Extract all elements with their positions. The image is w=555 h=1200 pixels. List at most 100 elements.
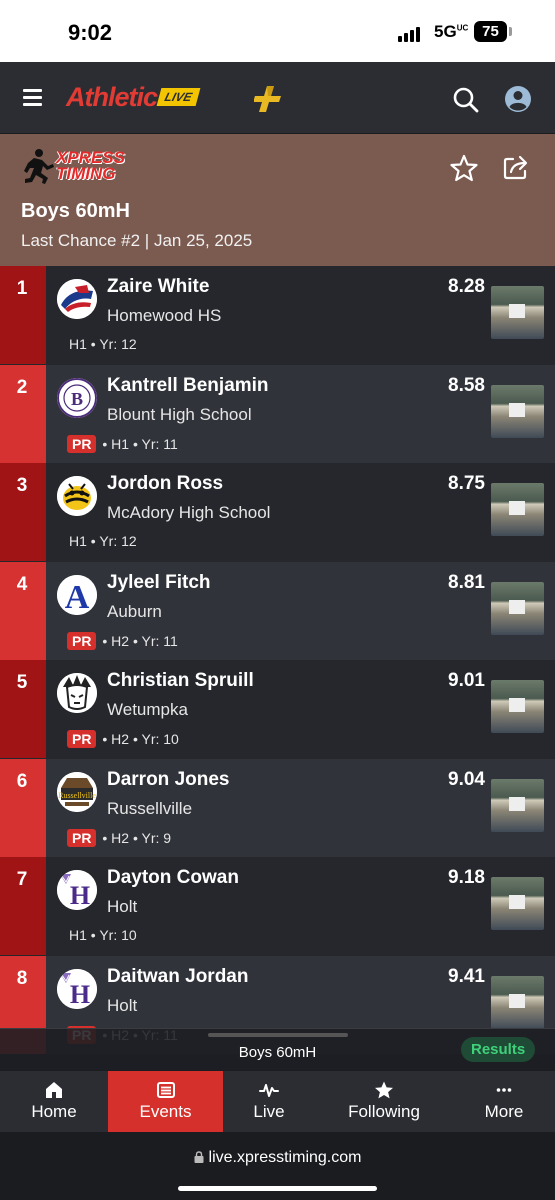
svg-text:A: A <box>65 579 90 615</box>
heat: H1 <box>69 927 87 943</box>
separator: • <box>90 336 96 352</box>
result-row[interactable]: 1 Zaire White Homewood HS H1 • Yr: 12 8.28 <box>0 266 555 364</box>
pr-badge: PR <box>67 730 97 748</box>
finish-photo-thumbnail[interactable] <box>491 975 544 1029</box>
heat: H1 <box>69 533 87 549</box>
tab-following[interactable]: Following <box>315 1071 453 1133</box>
result-mark: 8.28 <box>448 276 485 297</box>
drag-handle[interactable] <box>208 1033 348 1037</box>
athlete-name[interactable]: Jyleel Fitch <box>107 572 211 594</box>
result-row[interactable]: 7 H Dayton Cowan Holt H1 • Yr: 10 9.18 <box>0 857 555 955</box>
results-button[interactable]: Results <box>461 1037 536 1062</box>
event-meet-date: Last Chance #2 | Jan 25, 2025 <box>21 231 253 250</box>
place-number: 1 <box>0 266 46 364</box>
year: Yr: 11 <box>141 435 178 452</box>
school-name[interactable]: Russellville <box>107 799 192 819</box>
place-number: 7 <box>0 857 46 955</box>
year: Yr: 10 <box>141 731 179 747</box>
event-mini-bar[interactable]: Boys 60mH Results <box>0 1028 555 1070</box>
athlete-name[interactable]: Dayton Cowan <box>107 867 239 889</box>
menu-icon[interactable] <box>23 89 42 106</box>
result-row[interactable]: 5 Christian Spruill Wetumpka PR • H2 • Yr: … <box>0 660 555 758</box>
holt-logo: H <box>57 870 97 910</box>
favorite-star-icon[interactable] <box>450 154 478 182</box>
heat: H2 <box>111 731 130 747</box>
tab-label: More <box>484 1102 524 1121</box>
home-icon <box>46 1082 62 1098</box>
heat-year-info: PR • H2 • Yr: 9 <box>67 828 172 847</box>
tab-home[interactable]: Home <box>0 1071 108 1133</box>
lock-icon <box>194 1151 204 1163</box>
result-row[interactable]: 6 Russellville Darron Jones Russellville PR … <box>0 758 555 857</box>
school-name[interactable]: McAdory High School <box>107 503 270 523</box>
tab-label: Live <box>253 1102 285 1121</box>
mcadory-logo <box>57 476 97 516</box>
share-icon[interactable] <box>501 152 531 182</box>
separator: • <box>102 435 108 452</box>
network-type: 5GUC <box>434 22 469 41</box>
status-time: 9:02 <box>68 20 113 45</box>
separator: • <box>132 632 138 649</box>
bottom-nav: Home Events Live Following More <box>0 1070 555 1133</box>
result-row[interactable]: 4 A Jyleel Fitch Auburn PR • H2 • Yr: 11 8.81 <box>0 561 555 660</box>
svg-text:H: H <box>70 980 90 1009</box>
school-name[interactable]: Holt <box>107 996 137 1016</box>
finish-photo-thumbnail[interactable] <box>491 483 544 536</box>
app-header: Athletic LIVE <box>0 62 555 134</box>
search-icon[interactable] <box>452 86 480 114</box>
wetumpka-logo <box>57 673 97 713</box>
tab-events[interactable]: Events <box>108 1071 223 1133</box>
athlete-name[interactable]: Zaire White <box>107 276 209 298</box>
athlete-name[interactable]: Daitwan Jordan <box>107 966 248 988</box>
heat: H2 <box>111 632 130 649</box>
year: Yr: 12 <box>99 533 137 549</box>
finish-photo-thumbnail[interactable] <box>491 680 544 733</box>
athlete-name[interactable]: Christian Spruill <box>107 670 254 692</box>
school-name[interactable]: Auburn <box>107 602 162 622</box>
url-text: live.xpresstiming.com <box>208 1149 362 1166</box>
finish-photo-thumbnail[interactable] <box>491 384 544 438</box>
blount-logo: B <box>57 377 97 418</box>
finish-photo-thumbnail[interactable] <box>491 581 544 635</box>
school-name[interactable]: Holt <box>107 897 137 917</box>
school-name[interactable]: Blount High School <box>107 405 252 425</box>
place-number: 3 <box>0 463 46 561</box>
tab-label: Events <box>139 1102 192 1121</box>
separator: • <box>132 731 138 747</box>
separator: • <box>132 435 138 452</box>
tab-live[interactable]: Live <box>223 1071 315 1133</box>
year: Yr: 9 <box>141 829 172 846</box>
result-row[interactable]: 2 B Kantrell Benjamin Blount High School PR … <box>0 364 555 463</box>
list-icon <box>156 1082 175 1098</box>
school-name[interactable]: Wetumpka <box>107 700 188 720</box>
school-name[interactable]: Homewood HS <box>107 306 221 326</box>
account-icon[interactable] <box>503 84 533 114</box>
result-mark: 9.41 <box>448 965 485 987</box>
finish-photo-thumbnail[interactable] <box>491 286 544 339</box>
auburn-logo: A <box>57 574 97 615</box>
heat-year-info: PR • H1 • Yr: 11 <box>67 434 178 453</box>
xpress-timing-logo: XPRESS TIMING <box>22 148 126 186</box>
svg-text:H: H <box>70 881 90 910</box>
home-indicator[interactable] <box>178 1186 377 1191</box>
browser-url-bar[interactable]: live.xpresstiming.com <box>0 1132 555 1200</box>
athletic-live-logo[interactable]: Athletic LIVE <box>66 82 201 114</box>
separator: • <box>102 829 108 846</box>
plus-icon[interactable] <box>254 84 284 114</box>
tab-more[interactable]: More <box>453 1071 555 1133</box>
athlete-name[interactable]: Darron Jones <box>107 769 229 791</box>
athlete-name[interactable]: Jordon Ross <box>107 473 223 495</box>
url-field[interactable]: live.xpresstiming.com <box>0 1149 555 1167</box>
place-number: 2 <box>0 364 46 463</box>
result-mark: 8.75 <box>448 473 485 494</box>
result-mark: 8.58 <box>448 374 485 396</box>
heat: H2 <box>111 829 130 846</box>
finish-photo-thumbnail[interactable] <box>491 778 544 832</box>
finish-photo-thumbnail[interactable] <box>491 877 544 930</box>
russellville-logo: Russellville <box>57 771 97 812</box>
heat-year-info: H1 • Yr: 10 <box>69 927 137 943</box>
result-mark: 9.18 <box>448 867 485 888</box>
athlete-name[interactable]: Kantrell Benjamin <box>107 375 269 397</box>
result-row[interactable]: 3 Jordon Ross McAdory High School H1 • Yr: … <box>0 463 555 561</box>
tab-label: Following <box>348 1102 420 1121</box>
